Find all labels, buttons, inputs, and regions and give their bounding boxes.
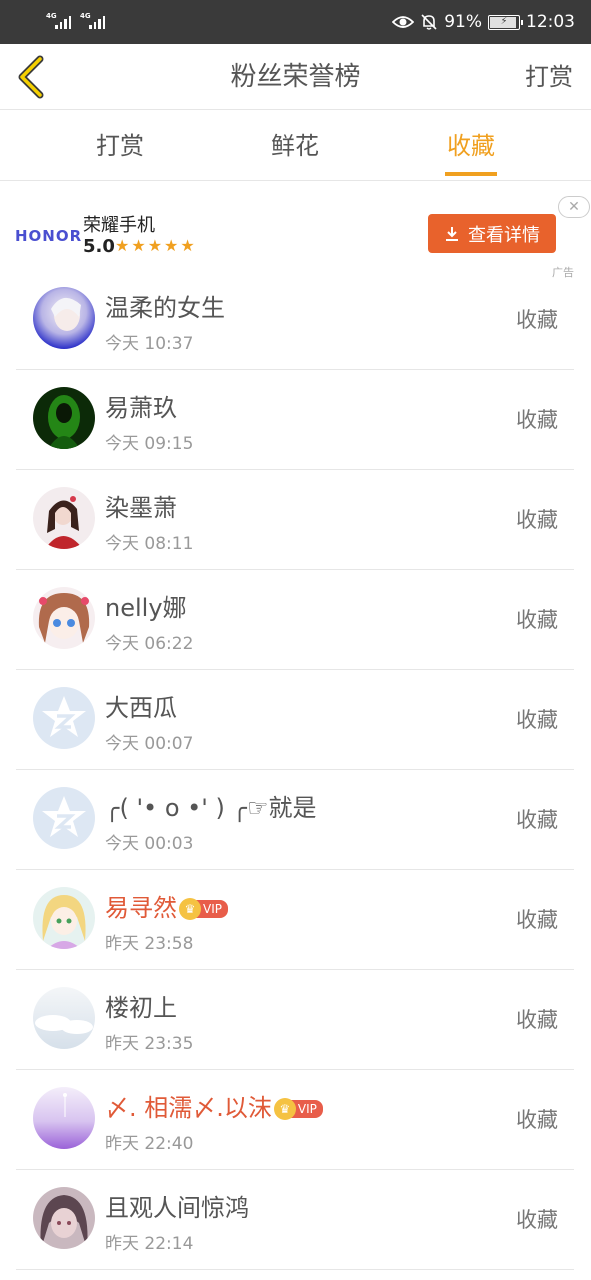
download-icon [446, 226, 458, 241]
status-bar: 4G 4G 91% ⚡ 12:03 [0, 0, 591, 44]
ad-app-name: 荣耀手机 [83, 215, 155, 236]
list-item[interactable]: 〆. 相濡〆.以沫 ♛ VIP 昨天 22:40 收藏 [16, 1070, 574, 1170]
clock: 12:03 [526, 12, 575, 32]
tab-bar: 打赏 鲜花 收藏 [0, 111, 591, 181]
list-item[interactable]: 楼初上 昨天 23:35 收藏 [16, 970, 574, 1070]
signal-icon: 4G [80, 12, 110, 30]
action-label: 收藏 [516, 408, 558, 432]
list-item[interactable]: 温柔的女生 今天 10:37 收藏 [16, 270, 574, 370]
action-label: 收藏 [516, 1008, 558, 1032]
list-item[interactable]: 染墨萧 今天 08:11 收藏 [16, 470, 574, 570]
fan-time: 今天 09:15 [105, 434, 194, 454]
battery-percent: 91% [444, 12, 482, 32]
avatar[interactable] [33, 887, 95, 949]
fan-time: 今天 00:03 [105, 834, 194, 854]
fan-name: 〆. 相濡〆.以沫 ♛ VIP [105, 1088, 323, 1123]
fan-name-text: 〆. 相濡〆.以沫 [105, 1094, 272, 1122]
fan-time: 今天 00:07 [105, 734, 194, 754]
action-label: 收藏 [516, 508, 558, 532]
fan-name: ╭( '• o •' ) ╭☞就是 [105, 794, 317, 822]
fan-name: 且观人间惊鸿 [105, 1194, 249, 1222]
battery-icon: ⚡ [488, 14, 523, 30]
fan-name: 温柔的女生 [105, 294, 225, 322]
fan-name-text: 易寻然 [105, 894, 177, 922]
mute-bell-icon [421, 14, 437, 30]
default-avatar-icon[interactable] [33, 687, 95, 749]
avatar[interactable] [33, 1087, 95, 1149]
list-item[interactable]: ╭( '• o •' ) ╭☞就是 今天 00:03 收藏 [16, 770, 574, 870]
vip-badge: ♛ VIP [273, 1098, 323, 1120]
crown-icon: ♛ [179, 898, 201, 920]
fan-name: 易寻然 ♛ VIP [105, 888, 228, 923]
avatar[interactable] [33, 487, 95, 549]
action-label: 收藏 [516, 608, 558, 632]
fan-time: 昨天 22:40 [105, 1134, 194, 1154]
avatar[interactable] [33, 387, 95, 449]
fan-name: 大西瓜 [105, 694, 177, 722]
ad-rating: 5.0 [83, 236, 115, 257]
action-label: 收藏 [516, 708, 558, 732]
signal-icon: 4G [46, 12, 76, 30]
fan-time: 昨天 22:14 [105, 1234, 194, 1254]
action-label: 收藏 [516, 308, 558, 332]
reward-button[interactable]: 打赏 [525, 44, 573, 110]
avatar[interactable] [33, 587, 95, 649]
fan-time: 今天 10:37 [105, 334, 194, 354]
action-label: 收藏 [516, 808, 558, 832]
vip-badge: ♛ VIP [179, 898, 228, 920]
fan-time: 昨天 23:35 [105, 1034, 194, 1054]
list-item[interactable]: 易萧玖 今天 09:15 收藏 [16, 370, 574, 470]
ad-details-label: 查看详情 [468, 224, 540, 246]
list-item[interactable]: 大西瓜 今天 00:07 收藏 [16, 670, 574, 770]
page-title: 粉丝荣誉榜 [230, 62, 361, 92]
list-item[interactable]: 易寻然 ♛ VIP 昨天 23:58 收藏 [16, 870, 574, 970]
fan-name: nelly娜 [105, 594, 187, 622]
action-label: 收藏 [516, 1108, 558, 1132]
action-label: 收藏 [516, 1208, 558, 1232]
crown-icon: ♛ [273, 1098, 296, 1120]
tab-reward[interactable]: 打赏 [60, 111, 180, 181]
fan-time: 今天 06:22 [105, 634, 194, 654]
close-icon[interactable]: ✕ [558, 196, 590, 218]
avatar[interactable] [33, 1187, 95, 1249]
ad-details-button[interactable]: 查看详情 [428, 214, 556, 253]
fan-name: 染墨萧 [105, 494, 177, 522]
fan-name: 楼初上 [105, 994, 177, 1022]
default-avatar-icon[interactable] [33, 787, 95, 849]
tab-flowers[interactable]: 鲜花 [235, 111, 355, 181]
honor-logo: HONOR [15, 227, 83, 245]
list-item[interactable]: 且观人间惊鸿 昨天 22:14 收藏 [16, 1170, 574, 1270]
action-label: 收藏 [516, 908, 558, 932]
active-tab-indicator [445, 172, 497, 176]
fan-name: 易萧玖 [105, 394, 177, 422]
nav-bar: 粉丝荣誉榜 打赏 [0, 44, 591, 110]
list-item[interactable]: nelly娜 今天 06:22 收藏 [16, 570, 574, 670]
tab-favorites[interactable]: 收藏 [411, 111, 531, 181]
fan-time: 昨天 23:58 [105, 934, 194, 954]
ad-stars: ★★★★★ [115, 236, 197, 255]
eye-icon [392, 16, 415, 28]
avatar[interactable] [33, 287, 95, 349]
fan-time: 今天 08:11 [105, 534, 194, 554]
avatar[interactable] [33, 987, 95, 1049]
ad-banner[interactable]: HONOR 荣耀手机 5.0 ★★★★★ 查看详情 ✕ 广告 [0, 181, 591, 279]
